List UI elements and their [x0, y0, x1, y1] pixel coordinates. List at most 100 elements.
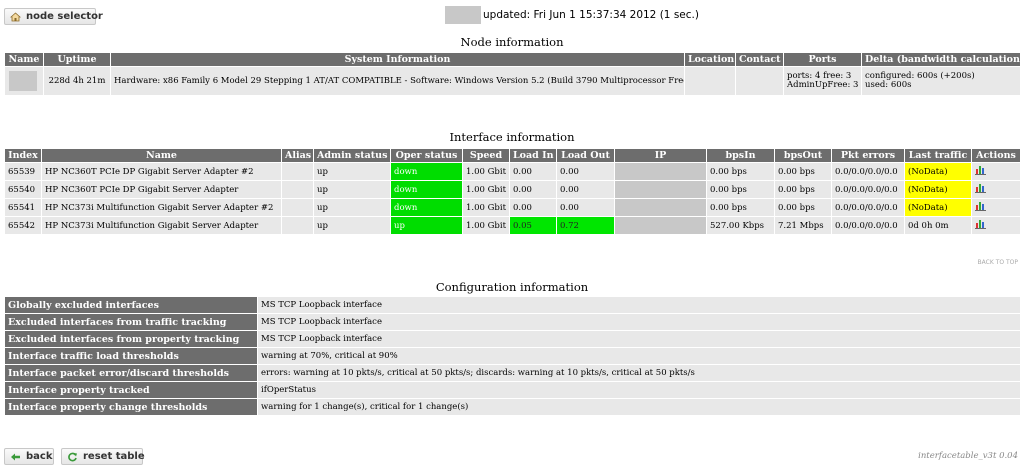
bar-chart-icon[interactable] — [975, 183, 986, 196]
config-row: Interface property tracked ifOperStatus — [4, 381, 1021, 399]
reset-table-button[interactable]: reset table — [61, 448, 145, 465]
if-alias — [281, 198, 314, 217]
config-value: MS TCP Loopback interface — [257, 313, 1021, 331]
if-actions — [971, 180, 1021, 199]
if-load-in: 0.00 — [509, 198, 557, 217]
config-row: Globally excluded interfaces MS TCP Loop… — [4, 296, 1021, 314]
if-admin-status: up — [313, 180, 391, 199]
config-value: ifOperStatus — [257, 381, 1021, 399]
col-ports: Ports — [783, 52, 862, 67]
if-speed: 1.00 Gbit — [462, 162, 510, 181]
interface-header: Index Name Alias Admin status Oper statu… — [4, 148, 1021, 163]
if-ip-redacted — [614, 198, 707, 217]
if-actions — [971, 216, 1021, 235]
if-bps-out: 0.00 bps — [774, 162, 832, 181]
col-load-out[interactable]: Load Out — [556, 148, 615, 163]
config-value: warning at 70%, critical at 90% — [257, 347, 1021, 365]
if-admin-status: up — [313, 162, 391, 181]
if-alias — [281, 216, 314, 235]
hostname-redacted — [445, 6, 481, 24]
if-speed: 1.00 Gbit — [462, 198, 510, 217]
col-speed[interactable]: Speed — [462, 148, 510, 163]
config-label: Interface property tracked — [4, 381, 258, 399]
if-pkt-errors: 0.0/0.0/0.0/0.0 — [831, 216, 905, 235]
node-selector-label: node selector — [26, 11, 103, 22]
contact-cell — [735, 66, 784, 96]
if-bps-in: 527.00 Kbps — [706, 216, 775, 235]
if-load-in: 0.00 — [509, 180, 557, 199]
table-row: 65540 HP NC360T PCIe DP Gigabit Server A… — [4, 180, 1021, 199]
if-pkt-errors: 0.0/0.0/0.0/0.0 — [831, 162, 905, 181]
if-speed: 1.00 Gbit — [462, 180, 510, 199]
col-name: Name — [4, 52, 44, 67]
config-row: Excluded interfaces from property tracki… — [4, 330, 1021, 348]
if-admin-status: up — [313, 198, 391, 217]
config-row: Interface traffic load thresholds warnin… — [4, 347, 1021, 365]
config-label: Interface traffic load thresholds — [4, 347, 258, 365]
if-oper-status: down — [390, 162, 463, 181]
table-row: 65542 HP NC373i Multifunction Gigabit Se… — [4, 216, 1021, 235]
if-last-traffic: (NoData) — [904, 180, 972, 199]
if-bps-out: 7.21 Mbps — [774, 216, 832, 235]
col-location: Location — [684, 52, 736, 67]
config-value: errors: warning at 10 pkts/s, critical a… — [257, 364, 1021, 382]
if-last-traffic: 0d 0h 0m — [904, 216, 972, 235]
table-row: 65539 HP NC360T PCIe DP Gigabit Server A… — [4, 162, 1021, 181]
node-info-table: Name Uptime System Information Location … — [4, 52, 1021, 96]
bar-chart-icon[interactable] — [975, 201, 986, 214]
col-alias[interactable]: Alias — [281, 148, 314, 163]
node-info-header: Name Uptime System Information Location … — [4, 52, 1021, 67]
if-pkt-errors: 0.0/0.0/0.0/0.0 — [831, 180, 905, 199]
config-value: MS TCP Loopback interface — [257, 296, 1021, 314]
col-pkt-errors[interactable]: Pkt errors — [831, 148, 905, 163]
home-icon — [9, 11, 22, 22]
col-system-info: System Information — [110, 52, 685, 67]
if-load-in: 0.00 — [509, 162, 557, 181]
if-name: HP NC360T PCIe DP Gigabit Server Adapter — [41, 180, 282, 199]
interface-table: Index Name Alias Admin status Oper statu… — [4, 148, 1021, 235]
col-oper-status[interactable]: Oper status — [390, 148, 463, 163]
if-name: HP NC360T PCIe DP Gigabit Server Adapter… — [41, 162, 282, 181]
if-oper-status: down — [390, 198, 463, 217]
back-to-top-link[interactable]: BACK TO TOP — [978, 259, 1018, 266]
if-last-traffic: (NoData) — [904, 198, 972, 217]
node-selector-button[interactable]: node selector — [4, 8, 103, 25]
col-uptime: Uptime — [43, 52, 111, 67]
col-admin-status[interactable]: Admin status — [313, 148, 391, 163]
if-bps-out: 0.00 bps — [774, 180, 832, 199]
if-load-out: 0.00 — [556, 198, 615, 217]
if-bps-in: 0.00 bps — [706, 180, 775, 199]
if-load-out: 0.00 — [556, 162, 615, 181]
if-ip-redacted — [614, 180, 707, 199]
updated-text: updated: Fri Jun 1 15:37:34 2012 (1 sec.… — [483, 9, 699, 21]
reset-table-label: reset table — [83, 451, 145, 462]
ports-line2: AdminUpFree: 3 — [787, 80, 859, 90]
col-load-in[interactable]: Load In — [509, 148, 557, 163]
bar-chart-icon[interactable] — [975, 165, 986, 178]
col-if-name[interactable]: Name — [41, 148, 282, 163]
col-last-traffic[interactable]: Last traffic — [904, 148, 972, 163]
if-oper-status: down — [390, 180, 463, 199]
if-admin-status: up — [313, 216, 391, 235]
if-index: 65540 — [4, 180, 42, 199]
if-pkt-errors: 0.0/0.0/0.0/0.0 — [831, 198, 905, 217]
if-bps-in: 0.00 bps — [706, 162, 775, 181]
col-bps-out[interactable]: bpsOut — [774, 148, 832, 163]
if-bps-out: 0.00 bps — [774, 198, 832, 217]
if-load-in: 0.05 — [509, 216, 557, 235]
version-text: interfacetable_v3t 0.04 — [918, 451, 1018, 461]
ports-cell: ports: 4 free: 3 AdminUpFree: 3 — [783, 66, 862, 96]
col-ip[interactable]: IP — [614, 148, 707, 163]
if-actions — [971, 198, 1021, 217]
if-index: 65542 — [4, 216, 42, 235]
back-button[interactable]: back — [4, 448, 54, 465]
if-ip-redacted — [614, 162, 707, 181]
col-index[interactable]: Index — [4, 148, 42, 163]
bar-chart-icon[interactable] — [975, 219, 986, 232]
col-bps-in[interactable]: bpsIn — [706, 148, 775, 163]
update-status: updated: Fri Jun 1 15:37:34 2012 (1 sec.… — [445, 6, 699, 24]
delta-cell: configured: 600s (+200s) used: 600s — [861, 66, 1021, 96]
if-actions — [971, 162, 1021, 181]
config-table: Globally excluded interfaces MS TCP Loop… — [4, 296, 1021, 416]
if-bps-in: 0.00 bps — [706, 198, 775, 217]
